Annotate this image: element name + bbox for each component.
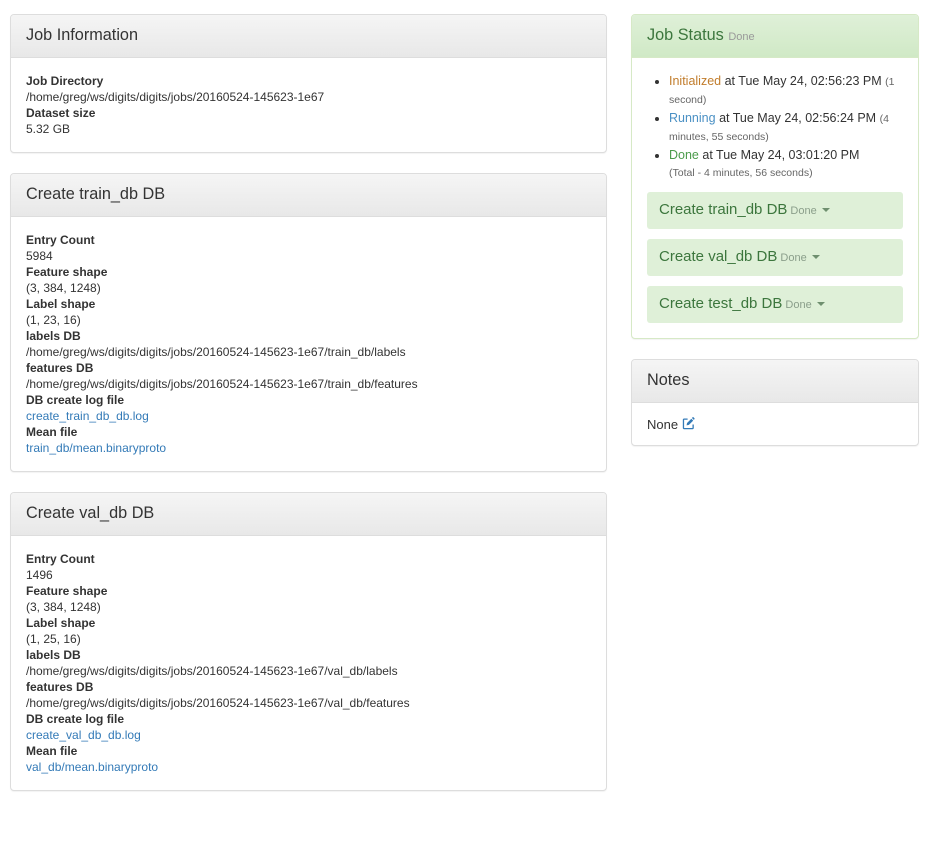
create-val-db-body: Entry Count 1496 Feature shape (3, 384, … <box>11 536 606 790</box>
field-label: Feature shape <box>26 264 108 279</box>
status-event: Running at Tue May 24, 02:56:24 PM (4 mi… <box>669 110 903 146</box>
status-event-name: Done <box>669 147 699 162</box>
job-status-event-list: Initialized at Tue May 24, 02:56:23 PM (… <box>647 73 903 182</box>
create-train-db-log-link[interactable]: create_train_db_db.log <box>26 409 149 423</box>
field-label: Mean file <box>26 424 78 439</box>
field-value: 1496 <box>26 567 53 582</box>
pencil-square-icon[interactable] <box>682 416 695 430</box>
task-toggle-create-val-db[interactable]: Create val_db DB Done <box>647 238 903 276</box>
caret-down-icon <box>821 207 830 212</box>
create-train-db-panel: Create train_db DB Entry Count 5984 Feat… <box>10 172 607 472</box>
create-train-db-body: Entry Count 5984 Feature shape (3, 384, … <box>11 217 606 471</box>
field-value: (3, 384, 1248) <box>26 599 101 614</box>
task-state: Done <box>780 251 807 264</box>
field-value: (1, 23, 16) <box>26 312 81 327</box>
task-toggle-create-train-db[interactable]: Create train_db DB Done <box>647 191 903 229</box>
notes-body: None <box>632 403 918 445</box>
field-label: Entry Count <box>26 551 95 566</box>
job-status-body: Initialized at Tue May 24, 02:56:23 PM (… <box>632 58 918 338</box>
create-val-db-panel: Create val_db DB Entry Count 1496 Featur… <box>10 491 607 791</box>
field-label: Feature shape <box>26 583 108 598</box>
field-value: /home/greg/ws/digits/digits/jobs/2016052… <box>26 695 410 710</box>
job-status-panel: Job Status Done Initialized at Tue May 2… <box>631 14 919 339</box>
create-val-db-header: Create val_db DB <box>11 492 606 536</box>
notes-title: Notes <box>647 370 690 389</box>
create-val-db-title: Create val_db DB <box>26 503 155 522</box>
right-column: Job Status Done Initialized at Tue May 2… <box>631 14 919 466</box>
field-label: Job Directory <box>26 73 104 88</box>
field-value: /home/greg/ws/digits/digits/jobs/2016052… <box>26 663 398 678</box>
field-label: Entry Count <box>26 232 95 247</box>
field-label: features DB <box>26 679 94 694</box>
field-value: 5984 <box>26 248 53 263</box>
caret-down-icon <box>816 301 825 306</box>
field-label: DB create log file <box>26 392 125 407</box>
field-label: labels DB <box>26 647 81 662</box>
job-status-header: Job Status Done <box>632 15 918 58</box>
notes-header: Notes <box>632 359 918 403</box>
job-detail-page: Job Information Job Directory /home/greg… <box>0 0 940 848</box>
task-state: Done <box>790 204 817 217</box>
job-information-panel: Job Information Job Directory /home/greg… <box>10 14 607 153</box>
create-val-db-list: Entry Count 1496 Feature shape (3, 384, … <box>26 551 591 775</box>
job-information-list: Job Directory /home/greg/ws/digits/digit… <box>26 73 591 137</box>
val-db-mean-file-link[interactable]: val_db/mean.binaryproto <box>26 760 158 774</box>
job-information-body: Job Directory /home/greg/ws/digits/digit… <box>11 58 606 152</box>
field-label: DB create log file <box>26 711 125 726</box>
notes-panel: Notes None <box>631 358 919 446</box>
job-status-state: Done <box>728 31 755 43</box>
field-value: /home/greg/ws/digits/digits/jobs/2016052… <box>26 376 418 391</box>
create-train-db-title: Create train_db DB <box>26 184 166 203</box>
left-column: Job Information Job Directory /home/greg… <box>10 14 607 811</box>
status-event-time: at Tue May 24, 02:56:23 PM <box>724 73 882 88</box>
job-status-title: Job Status Done <box>647 26 903 45</box>
status-event-time: at Tue May 24, 03:01:20 PM <box>702 147 860 162</box>
field-label: labels DB <box>26 328 81 343</box>
job-information-header: Job Information <box>11 15 606 58</box>
field-label: Label shape <box>26 296 96 311</box>
task-label: Create train_db DB <box>659 200 788 218</box>
status-event-duration: (Total - 4 minutes, 56 seconds) <box>669 166 813 179</box>
task-label: Create val_db DB <box>659 247 778 265</box>
status-event-name: Running <box>669 110 716 125</box>
status-event-name: Initialized <box>669 73 722 88</box>
job-information-title: Job Information <box>26 26 139 44</box>
field-label: features DB <box>26 360 94 375</box>
field-value: 5.32 GB <box>26 121 71 136</box>
caret-down-icon <box>811 254 820 259</box>
train-db-mean-file-link[interactable]: train_db/mean.binaryproto <box>26 441 166 455</box>
field-value: (3, 384, 1248) <box>26 280 101 295</box>
field-label: Dataset size <box>26 105 96 120</box>
field-label: Mean file <box>26 743 78 758</box>
task-label: Create test_db DB <box>659 294 783 312</box>
task-state: Done <box>785 298 812 311</box>
field-label: Label shape <box>26 615 96 630</box>
job-status-title-text: Job Status <box>647 26 724 44</box>
field-value: (1, 25, 16) <box>26 631 81 646</box>
status-event: Done at Tue May 24, 03:01:20 PM (Total -… <box>669 147 903 182</box>
field-value: /home/greg/ws/digits/digits/jobs/2016052… <box>26 89 325 104</box>
task-toggle-create-test-db[interactable]: Create test_db DB Done <box>647 285 903 323</box>
field-value: /home/greg/ws/digits/digits/jobs/2016052… <box>26 344 406 359</box>
status-event-time: at Tue May 24, 02:56:24 PM <box>719 110 877 125</box>
status-event: Initialized at Tue May 24, 02:56:23 PM (… <box>669 73 903 109</box>
create-train-db-list: Entry Count 5984 Feature shape (3, 384, … <box>26 232 591 456</box>
notes-value: None <box>647 416 679 432</box>
create-val-db-log-link[interactable]: create_val_db_db.log <box>26 728 141 742</box>
create-train-db-header: Create train_db DB <box>11 173 606 217</box>
